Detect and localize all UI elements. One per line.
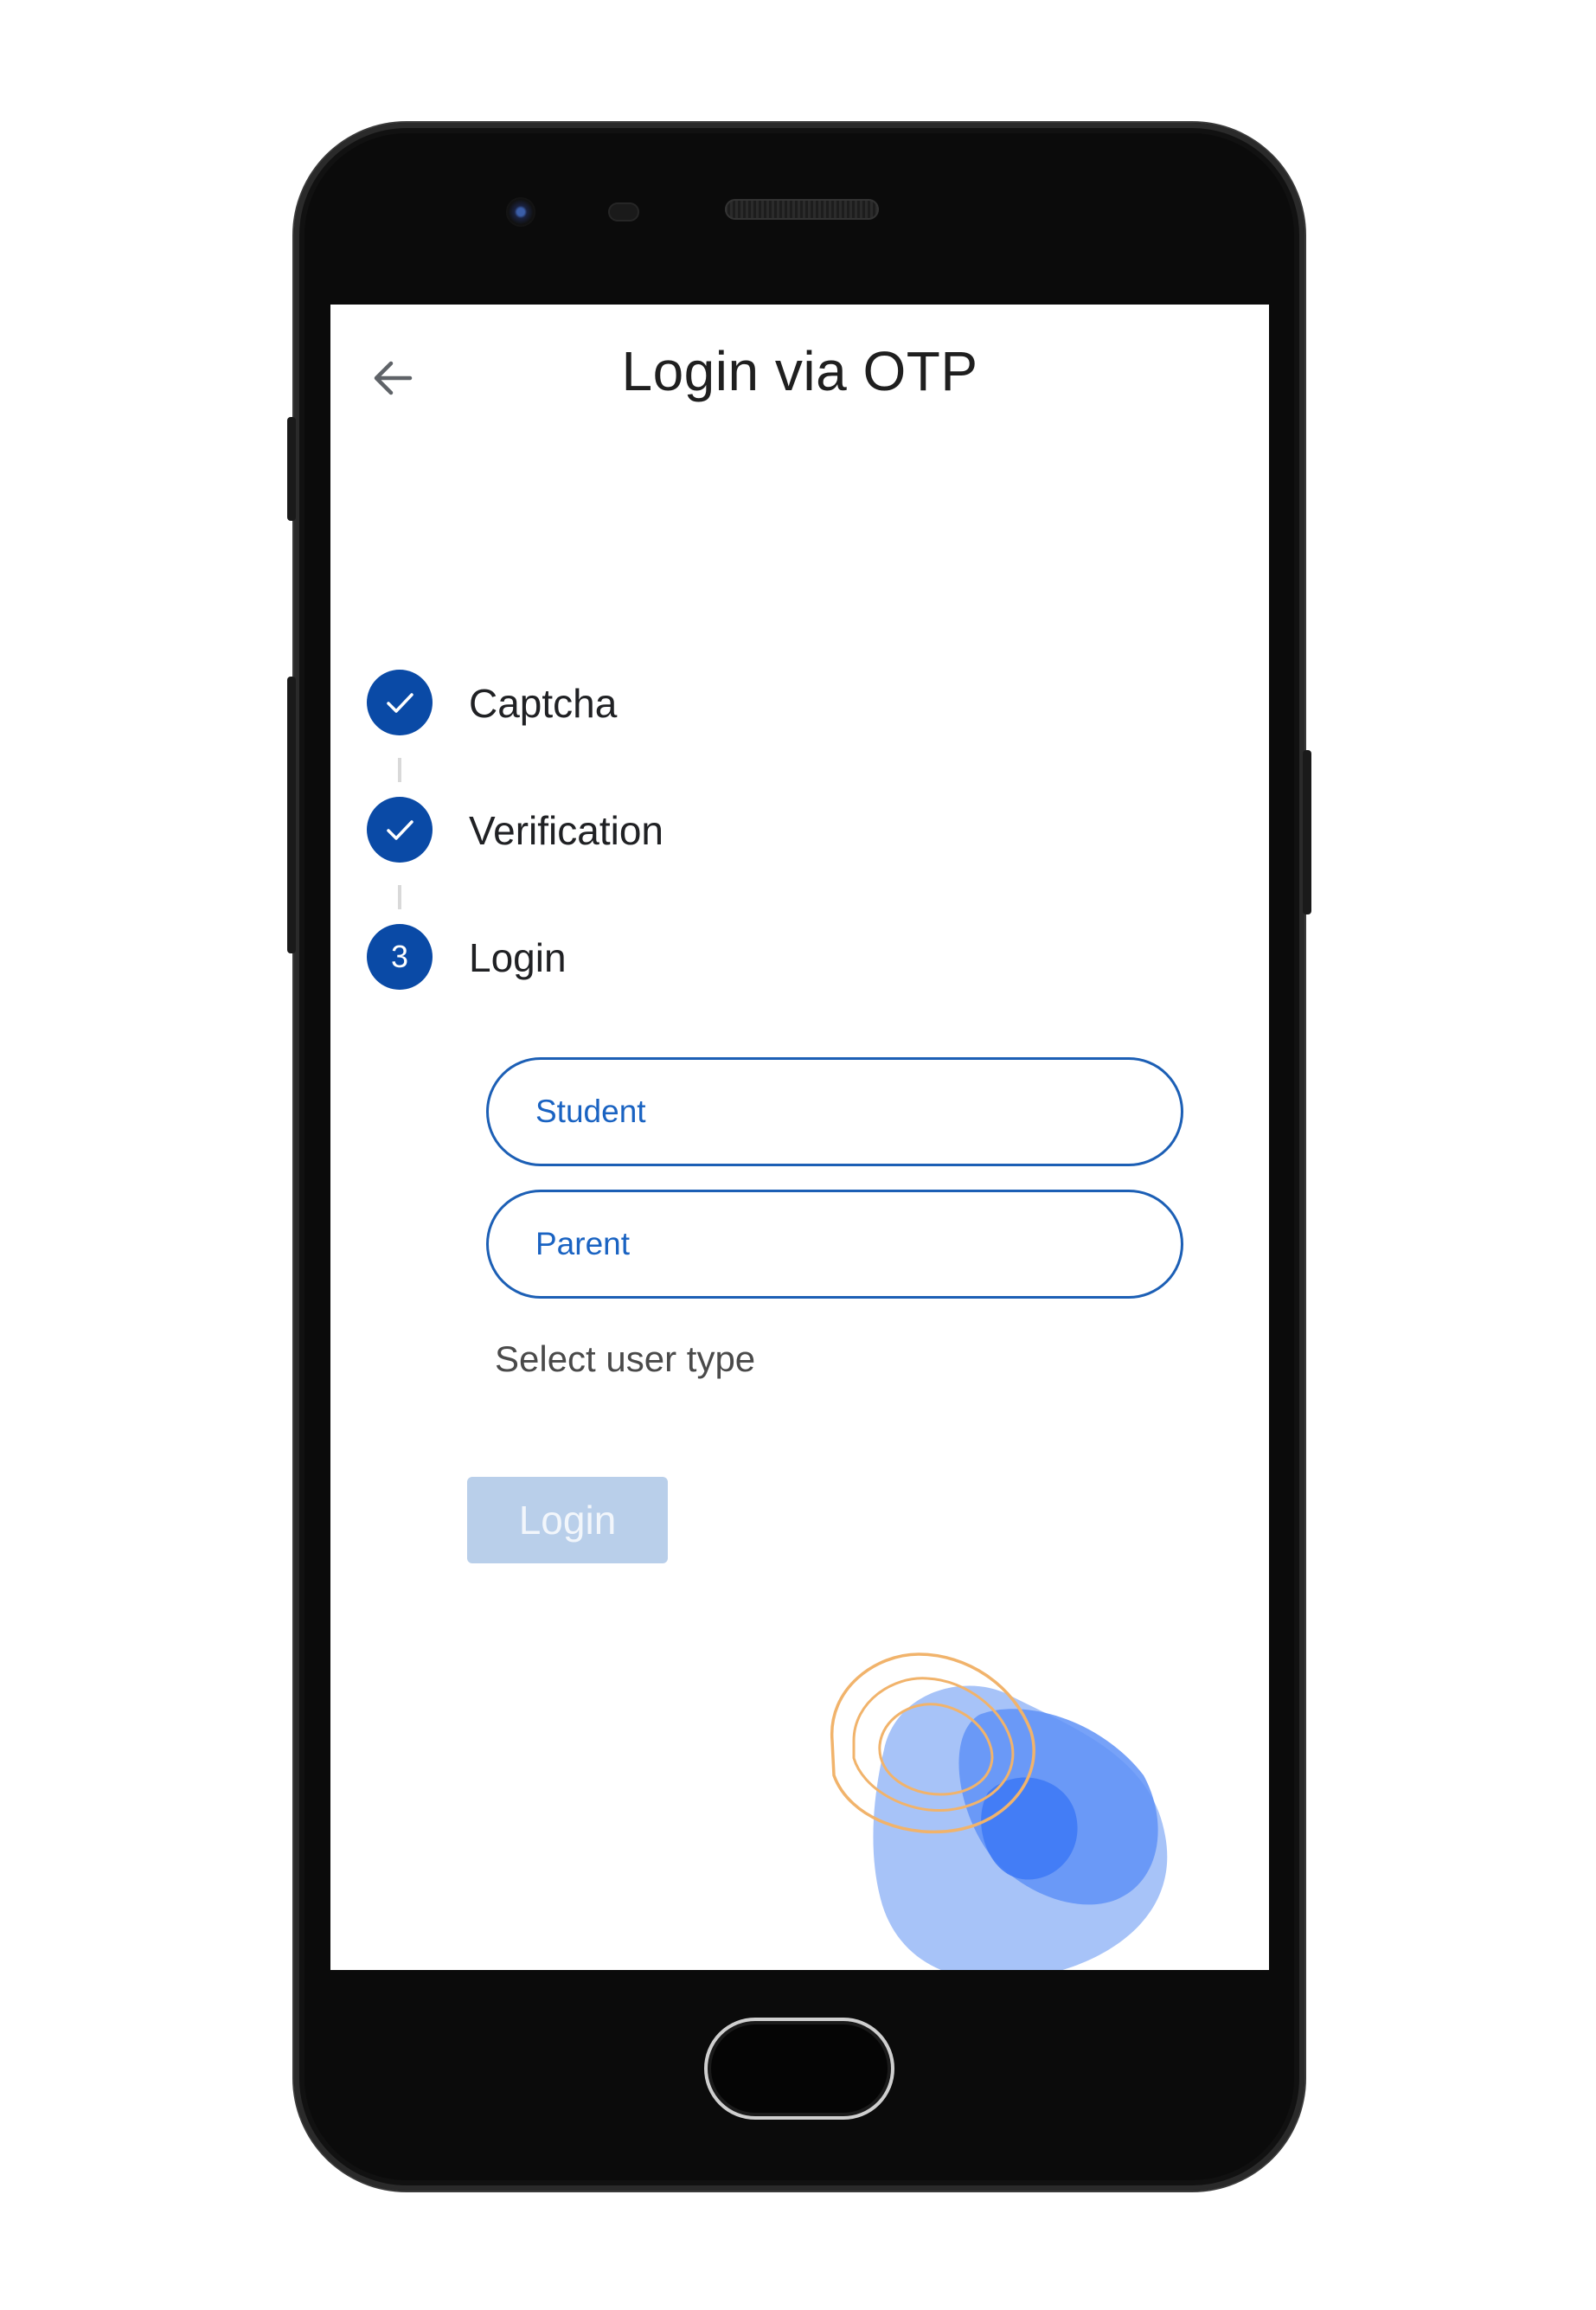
option-label: Student bbox=[535, 1094, 646, 1129]
proximity-sensor-icon bbox=[608, 202, 639, 221]
app-screen: Login via OTP Captcha Verification 3 Log… bbox=[330, 305, 1269, 1970]
earpiece-speaker-icon bbox=[725, 199, 879, 220]
phone-frame: Login via OTP Captcha Verification 3 Log… bbox=[287, 123, 1311, 2191]
volume-down-button bbox=[287, 677, 296, 953]
step-completed-badge bbox=[367, 797, 433, 863]
step-completed-badge bbox=[367, 670, 433, 735]
option-label: Parent bbox=[535, 1226, 631, 1261]
user-type-hint: Select user type bbox=[495, 1338, 756, 1379]
decorative-blob-illustration bbox=[830, 1652, 1168, 1970]
step-label: Captcha bbox=[469, 681, 618, 726]
user-type-parent-option[interactable]: Parent bbox=[486, 1190, 1183, 1299]
step-number-badge: 3 bbox=[367, 924, 433, 990]
power-button bbox=[1303, 750, 1311, 914]
step-label: Login bbox=[469, 935, 567, 980]
step-connector bbox=[398, 885, 401, 909]
check-icon bbox=[387, 693, 413, 713]
front-camera-icon bbox=[506, 197, 535, 227]
user-type-student-option[interactable]: Student bbox=[486, 1057, 1183, 1166]
volume-up-button bbox=[287, 417, 296, 521]
home-button bbox=[704, 2018, 894, 2120]
check-icon bbox=[387, 820, 413, 840]
step-connector bbox=[398, 758, 401, 782]
step-label: Verification bbox=[469, 808, 664, 853]
login-button[interactable]: Login bbox=[467, 1477, 668, 1563]
page-title: Login via OTP bbox=[621, 340, 978, 402]
